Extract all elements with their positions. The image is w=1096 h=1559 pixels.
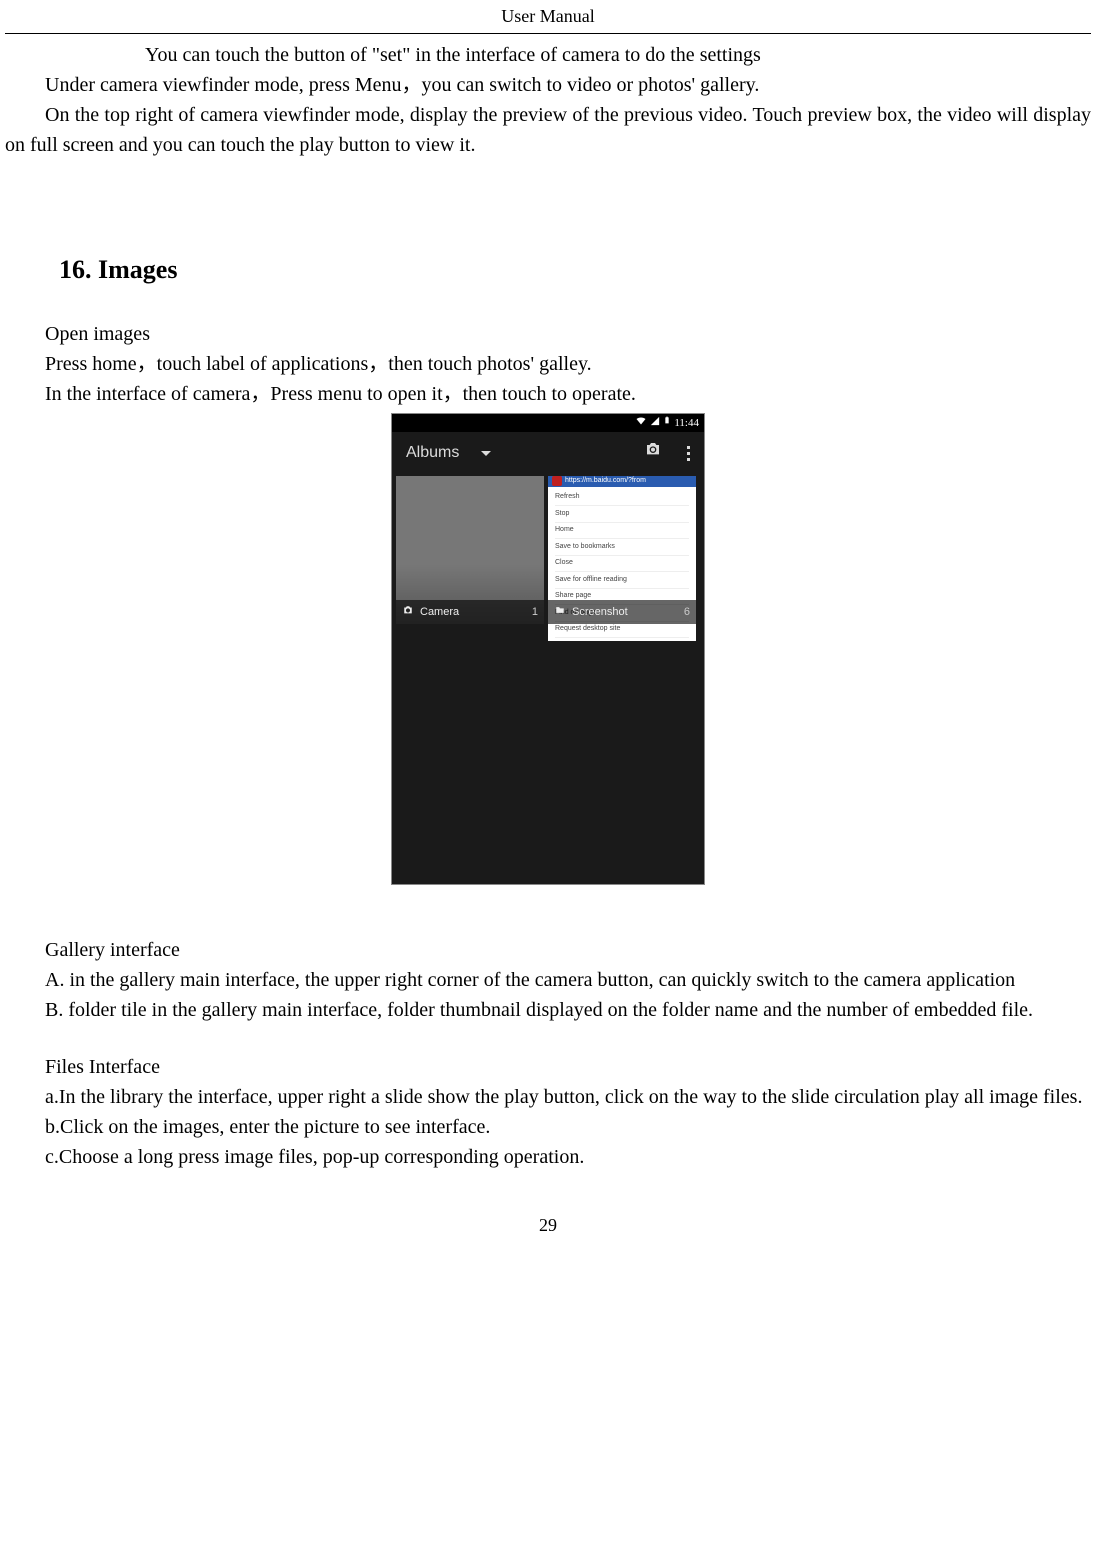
intro-line1: You can touch the button of "set" in the… [5, 40, 1091, 70]
folder-icon [554, 604, 566, 621]
header-title: User Manual [501, 6, 594, 26]
gallery-interface-a: A. in the gallery main interface, the up… [5, 965, 1091, 995]
browser-url: https://m.baidu.com/?from [565, 476, 646, 487]
menu-item: Stop [555, 506, 689, 523]
album-screenshot-label: Screenshot [572, 604, 628, 621]
menu-item: Close [555, 556, 689, 573]
gallery-interface-b: B. folder tile in the gallery main inter… [5, 995, 1091, 1025]
album-camera-count: 1 [532, 604, 538, 621]
page-header: User Manual [5, 0, 1091, 34]
album-screenshot-count: 6 [684, 604, 690, 621]
statusbar: 11:44 [392, 414, 704, 432]
gallery-interface-title: Gallery interface [5, 935, 1091, 965]
wifi-icon [635, 414, 647, 432]
dropdown-icon[interactable] [481, 451, 491, 456]
files-interface-title: Files Interface [5, 1052, 1091, 1082]
album-camera-label: Camera [420, 604, 459, 621]
album-screenshot[interactable]: https://m.baidu.com/?from Refresh Stop H… [548, 476, 696, 624]
overflow-icon[interactable] [687, 446, 690, 461]
album-camera[interactable]: Camera 1 [396, 476, 544, 624]
open-images-l1: Open images [5, 319, 1091, 349]
toolbar-title[interactable]: Albums [406, 441, 459, 465]
menu-item: Home [555, 523, 689, 540]
files-interface-a: a.In the library the interface, upper ri… [5, 1082, 1091, 1112]
section-heading: 16. Images [59, 250, 1091, 289]
browser-badge-icon [552, 476, 562, 486]
menu-item: Save to bookmarks [555, 539, 689, 556]
battery-icon [663, 414, 671, 432]
files-interface-c: c.Choose a long press image files, pop-u… [5, 1142, 1091, 1172]
files-interface-b: b.Click on the images, enter the picture… [5, 1112, 1091, 1142]
open-images-l2: Press home，touch label of applications，t… [5, 349, 1091, 379]
camera-folder-icon [402, 604, 414, 621]
signal-icon [650, 415, 660, 432]
open-images-l3: In the interface of camera，Press menu to… [5, 379, 1091, 409]
embedded-screenshot: 11:44 Albums [391, 413, 705, 885]
camera-icon[interactable] [643, 441, 663, 465]
statusbar-time: 11:44 [674, 415, 699, 432]
menu-item: Save for offline reading [555, 572, 689, 589]
intro-line3: On the top right of camera viewfinder mo… [5, 100, 1091, 160]
intro-line2: Under camera viewfinder mode, press Menu… [5, 70, 1091, 100]
gallery-toolbar: Albums [392, 432, 704, 474]
menu-item: Refresh [555, 490, 689, 507]
page-number: 29 [5, 1212, 1091, 1249]
gallery-body: Camera 1 https://m.baidu.com/?from Refre… [392, 474, 704, 884]
